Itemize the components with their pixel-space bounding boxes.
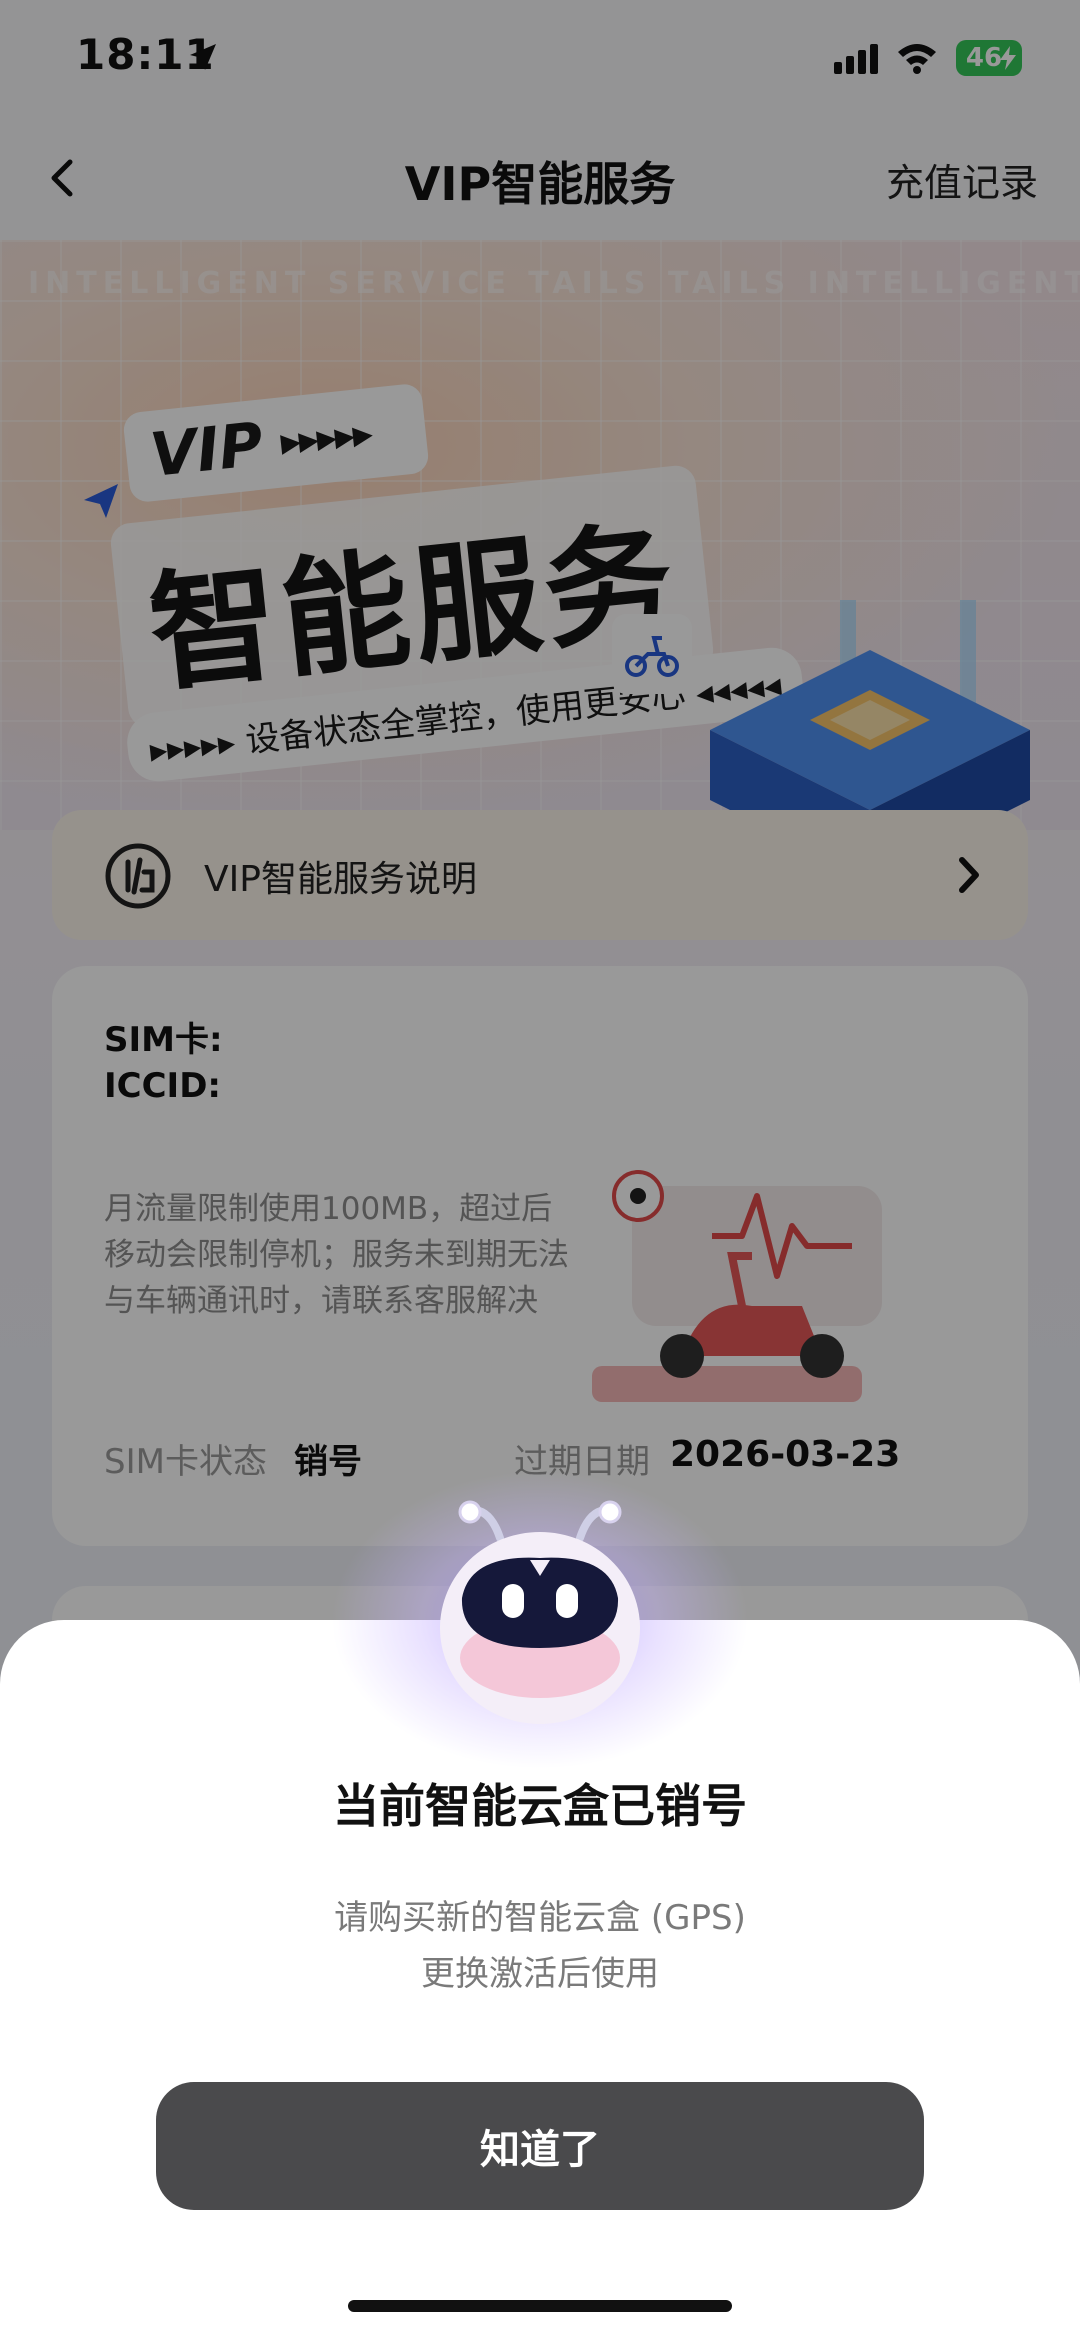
acknowledge-button[interactable]: 知道了 [156,2082,924,2210]
dialog-message-line1: 请购买新的智能云盒 (GPS) [334,1898,746,1938]
dialog-title: 当前智能云盒已销号 [333,1779,747,1833]
robot-mascot-icon [440,1500,640,1724]
dialog-message-line2: 更换激活后使用 [421,1954,659,1994]
home-indicator[interactable] [348,2300,732,2312]
